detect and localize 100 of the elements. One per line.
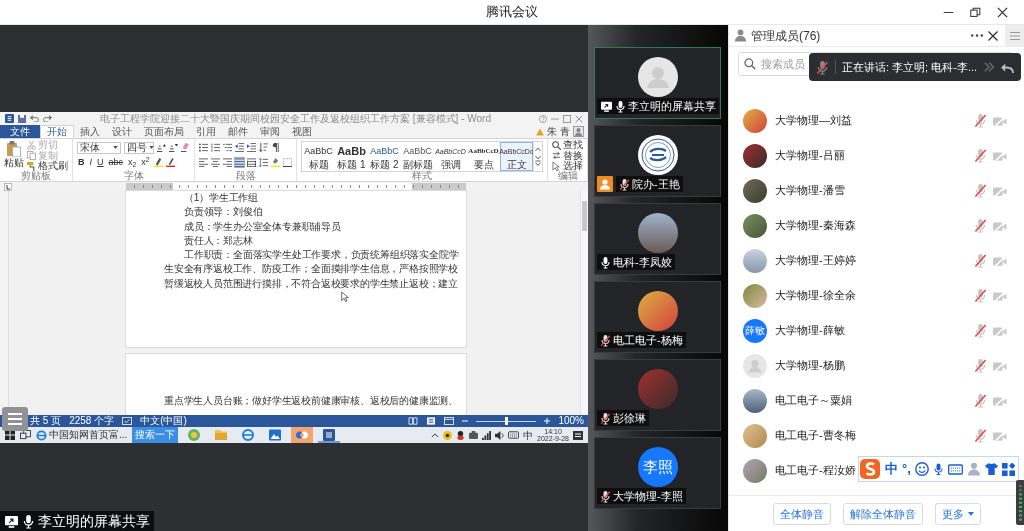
highlight-icon[interactable] [153,158,163,167]
align-distributed-icon[interactable] [247,158,256,167]
mic-muted-icon[interactable] [974,183,987,198]
align-justify-icon[interactable] [235,158,244,167]
underline-button[interactable]: U [96,157,105,168]
redo-icon[interactable] [43,115,52,122]
shading-icon[interactable] [271,158,280,167]
zoom-in-icon[interactable] [544,418,551,424]
ribbon-tab[interactable]: 页面布局 [138,125,190,138]
multilevel-list-icon[interactable] [223,143,232,152]
mute-all-button[interactable]: 全体静音 [772,502,831,525]
mic-muted-icon[interactable] [974,218,987,233]
shirt-icon[interactable] [984,463,998,475]
borders-icon[interactable] [283,158,292,167]
web-layout-icon[interactable] [444,417,455,425]
coin-icon[interactable] [443,430,453,440]
mic-muted-icon[interactable] [974,253,987,268]
word-logo-icon[interactable] [5,114,14,123]
ribbon-tab[interactable]: 引用 [190,125,222,138]
restore-icon[interactable] [970,6,981,18]
ribbon-tab[interactable]: 设计 [106,125,138,138]
signal-icon[interactable] [482,430,492,440]
keyboard-icon[interactable] [508,431,520,439]
mic-muted-icon[interactable] [974,148,987,163]
horizontal-ruler[interactable] [126,183,466,190]
shrink-font-icon[interactable] [169,143,178,152]
italic-button[interactable]: I [88,157,93,168]
mic-muted-icon[interactable] [974,358,987,373]
ribbon-tab[interactable]: 文件 [0,125,40,138]
volume-icon[interactable] [495,430,505,440]
ribbon-button[interactable]: 查找 [552,140,583,151]
emoji-icon[interactable] [914,462,929,476]
video-tile[interactable]: 李照 大学物理-李照 [594,437,721,509]
undo-icon[interactable] [30,115,39,122]
start-icon[interactable] [5,430,15,440]
style-option[interactable]: AaBbC 标题 [302,142,335,171]
task-view-icon[interactable] [20,430,31,440]
font-color-icon[interactable] [165,158,175,167]
ribbon-tab[interactable]: 邮件 [222,125,254,138]
video-tile[interactable]: 电科-李凤姣 [594,203,721,275]
mic-muted-icon[interactable] [974,428,987,443]
minimize-icon[interactable] [943,10,954,14]
video-tile[interactable]: 彭徐琳 [594,359,721,431]
video-tile[interactable]: 电工电子-杨梅 [594,281,721,353]
style-option[interactable]: AaBbC 标题 2 [368,142,401,171]
align-right-icon[interactable] [223,158,232,167]
subscript-button[interactable]: x$_{2}$ [127,157,138,168]
vertical-scrollbar[interactable] [580,191,588,415]
mic-muted-icon[interactable] [974,393,987,408]
ribbon-tab[interactable]: 视图 [286,125,318,138]
gallery-scroll-icon[interactable] [535,146,541,167]
mic-icon[interactable] [932,462,944,476]
mic-muted-icon[interactable] [974,323,987,338]
notification-icon[interactable] [573,430,583,440]
increase-indent-icon[interactable] [247,143,256,152]
paragraph-marks-icon[interactable] [271,143,280,152]
close-icon[interactable] [997,6,1008,18]
line-spacing-icon[interactable] [259,158,268,167]
video-tile[interactable]: 院办-王艳 [594,125,721,197]
unmute-all-button[interactable]: 解除全体静音 [842,502,923,525]
input-method-indicator[interactable]: 中 [523,427,534,443]
maximize-icon[interactable] [563,114,571,123]
font-select[interactable]: 宋体 [77,141,121,154]
save-icon[interactable] [18,114,26,123]
bold-button[interactable]: B [77,157,86,168]
tray-app-icon[interactable] [456,430,466,440]
taskbar-app-button[interactable] [318,427,341,443]
align-left-icon[interactable] [199,158,208,167]
paste-button[interactable]: 粘贴 [4,140,24,171]
punctuation-mode[interactable]: °, [902,461,911,477]
align-center-icon[interactable] [211,158,220,167]
clear-format-icon[interactable] [181,143,190,152]
tray-app-icon[interactable] [469,431,479,439]
sort-icon[interactable] [259,143,268,152]
style-option[interactable]: AaBbC 副标题 [401,142,434,171]
account-name[interactable]: 朱 青 [547,125,570,138]
bullets-icon[interactable] [199,143,208,152]
grid-icon[interactable] [1001,462,1015,476]
font-size-select[interactable]: 四号 [124,141,154,154]
strikethrough-button[interactable]: abc [107,157,125,168]
keyboard-icon[interactable] [947,463,963,475]
decrease-indent-icon[interactable] [235,143,244,152]
superscript-button[interactable]: x$^{2}$ [140,157,151,168]
more-icon[interactable] [970,33,984,38]
grow-font-icon[interactable] [157,143,166,152]
account-avatar-icon[interactable] [573,126,584,137]
close-icon[interactable] [988,30,998,41]
more-button[interactable]: 更多 [934,502,981,525]
scrollbar-thumb[interactable] [582,201,587,231]
taskbar-window-button[interactable]: 中国知网首页富... [36,427,128,443]
video-tile[interactable]: 李立明的屏幕共享 [594,47,721,119]
numbering-icon[interactable] [211,143,220,152]
proofing-icon[interactable] [122,417,133,425]
mic-muted-icon[interactable] [974,113,987,128]
ribbon-tab[interactable]: 插入 [74,125,106,138]
slider-thumb[interactable] [504,417,508,425]
ribbon-tab[interactable]: 审阅 [254,125,286,138]
style-option[interactable]: AaBb 标题 1 [335,142,368,171]
tab-selector-icon[interactable] [4,182,12,191]
print-layout-icon[interactable] [426,417,437,425]
